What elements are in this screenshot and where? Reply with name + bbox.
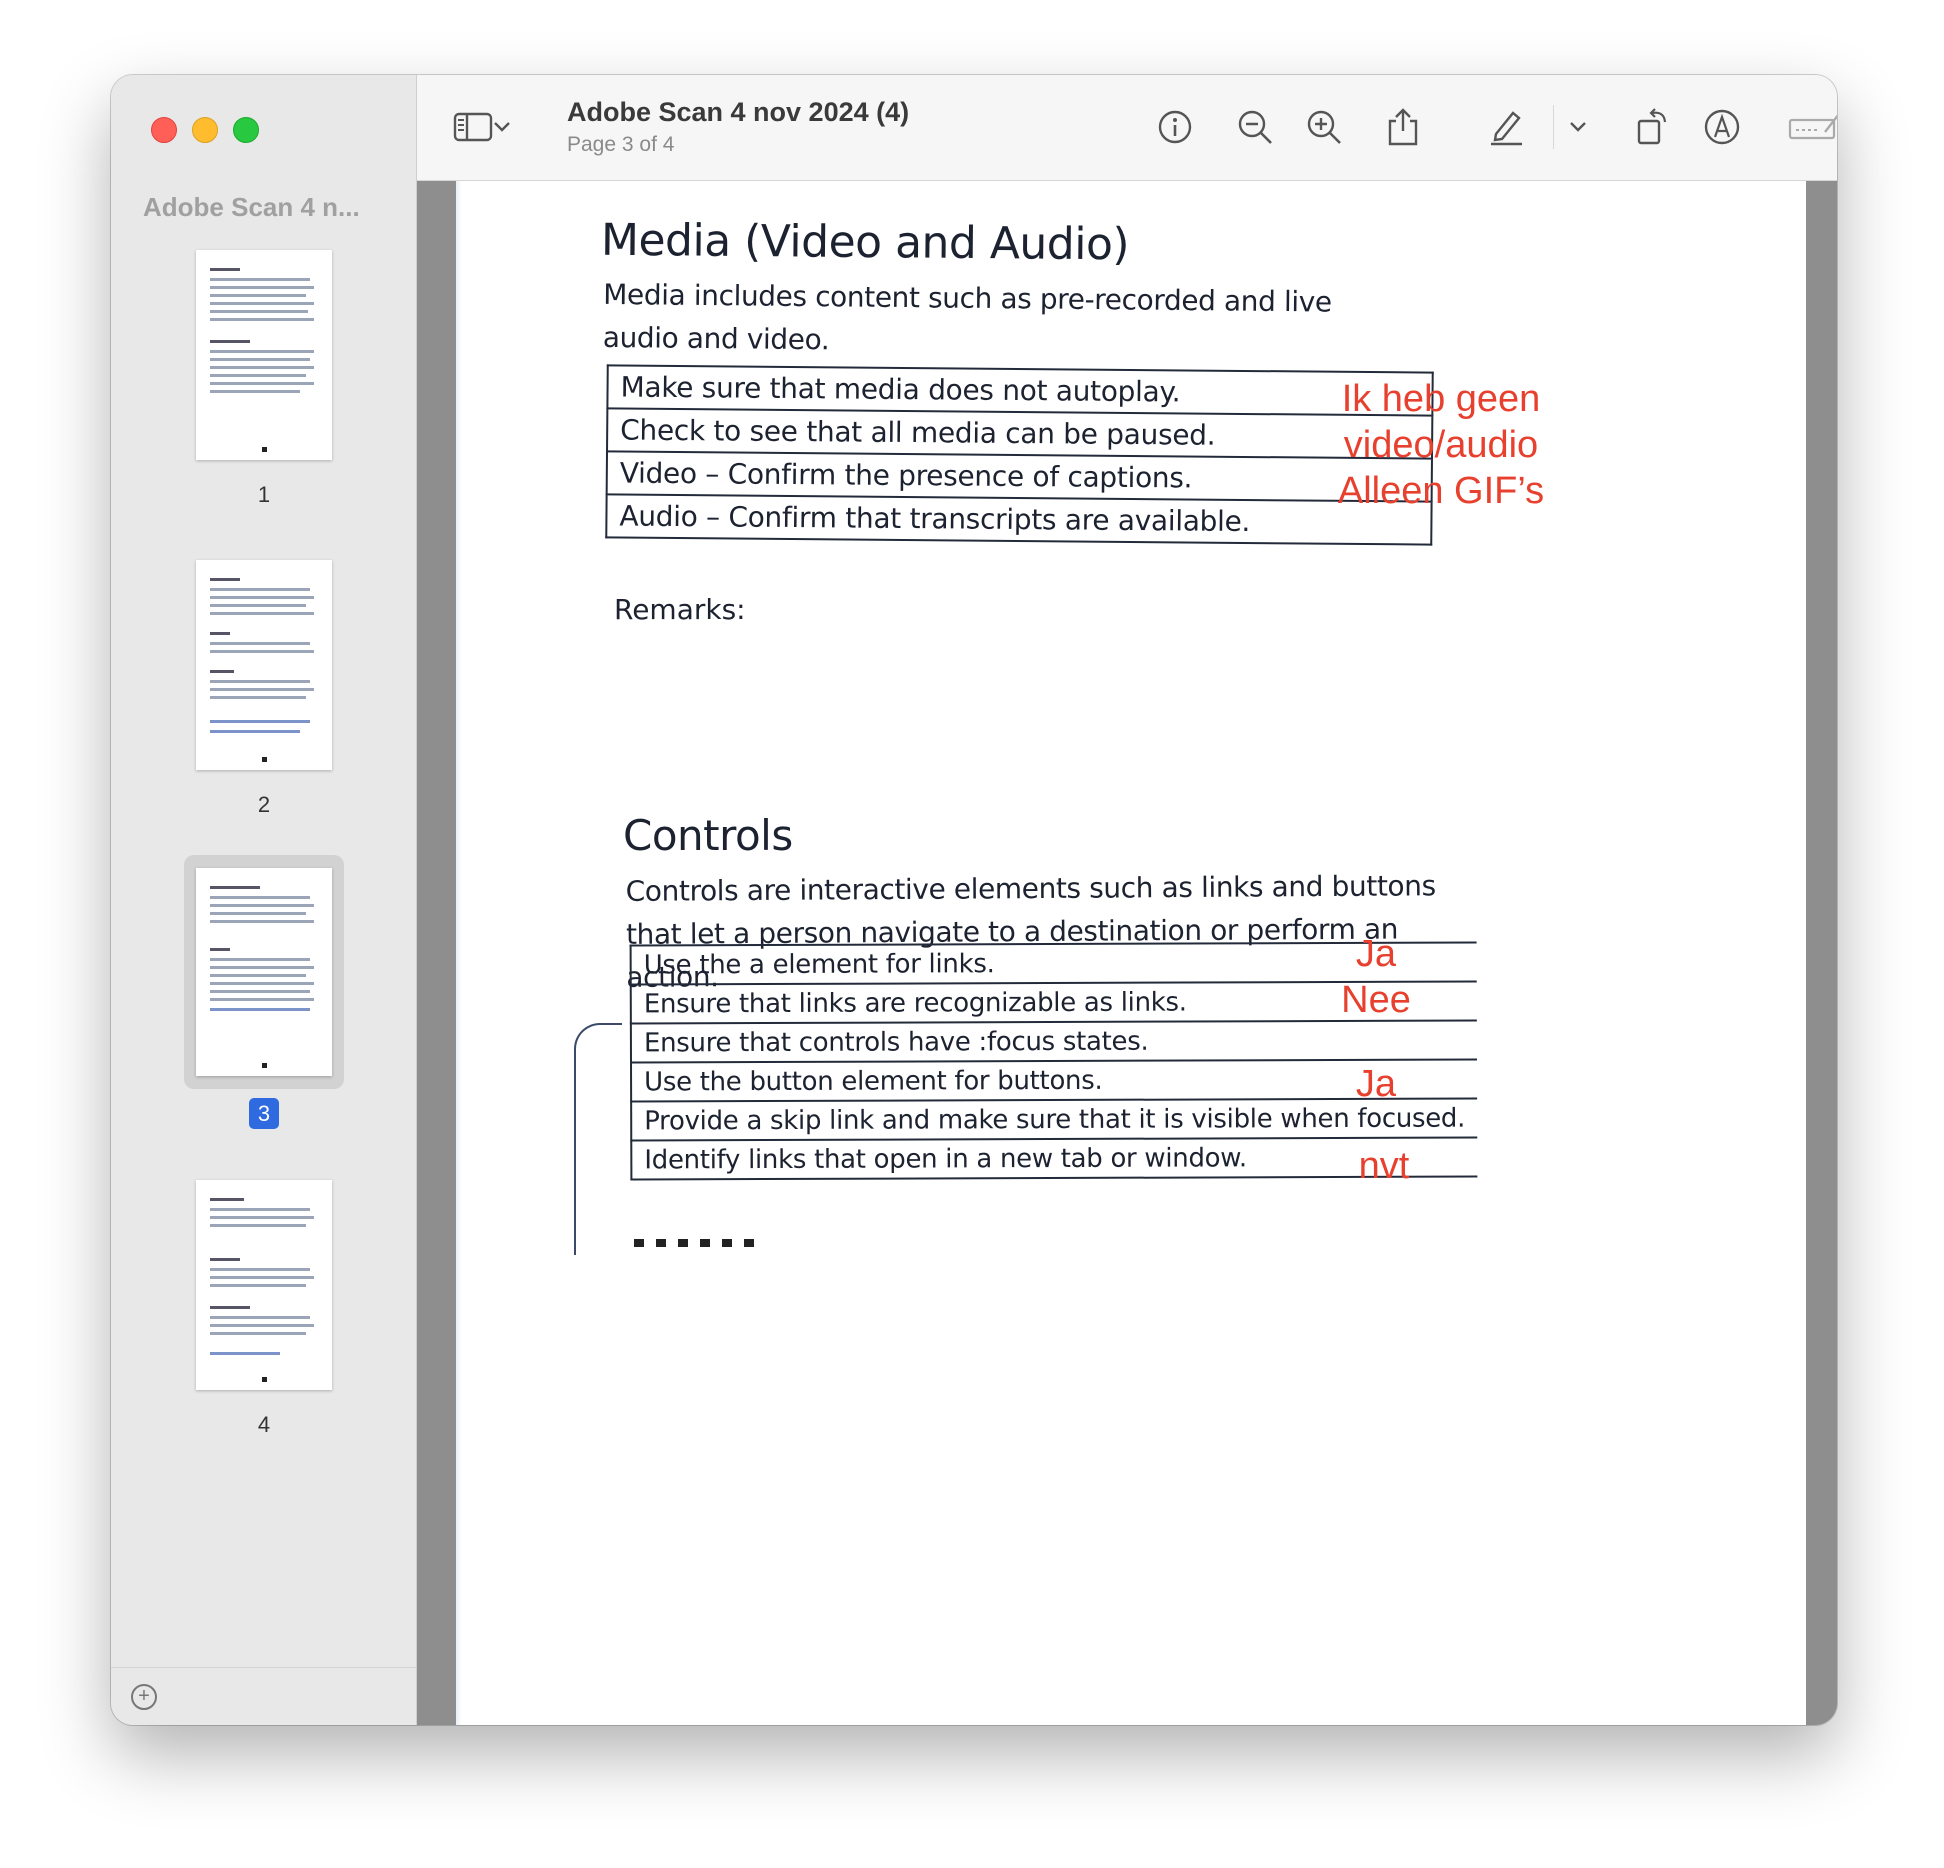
zoom-window-button[interactable]: [233, 117, 259, 143]
toolbar-separator: [1553, 105, 1554, 149]
table-cell: Make sure that media does not autoplay.: [607, 365, 1433, 416]
markup-icon[interactable]: [1700, 105, 1744, 149]
table-cell: Audio – Confirm that transcripts are ava…: [606, 494, 1432, 545]
annotation-nee[interactable]: Nee: [1316, 977, 1436, 1023]
media-heading: Media (Video and Audio): [600, 214, 1130, 271]
sidebar-footer: +: [111, 1667, 416, 1725]
zoom-out-icon[interactable]: [1233, 105, 1277, 149]
chevron-down-icon[interactable]: [1563, 105, 1593, 149]
table-row: Make sure that media does not autoplay.: [607, 365, 1433, 416]
table-row: Ensure that controls have :focus states.: [630, 1020, 1477, 1063]
scroll-gutter: [1806, 181, 1837, 1725]
document-view[interactable]: Media (Video and Audio) Media includes c…: [417, 181, 1837, 1725]
scan-edge-shadow: [456, 181, 462, 1725]
document-title: Adobe Scan 4 nov 2024 (4): [567, 97, 910, 127]
table-row: Audio – Confirm that transcripts are ava…: [606, 494, 1432, 545]
highlight-pen-icon[interactable]: [1484, 105, 1528, 149]
add-icon[interactable]: +: [131, 1684, 157, 1710]
form-fill-icon[interactable]: [1785, 105, 1837, 149]
media-intro: Media includes content such as pre-recor…: [602, 277, 1332, 357]
minimize-window-button[interactable]: [192, 117, 218, 143]
preview-window: Adobe Scan 4 n... 1 2 3 4 + Adobe Scan 4…: [111, 75, 1837, 1725]
annotation-ja-2[interactable]: Ja: [1316, 1061, 1436, 1107]
page-number-4[interactable]: 4: [244, 1412, 284, 1438]
table-row: Check to see that all media can be pause…: [607, 408, 1433, 459]
table-cell: Check to see that all media can be pause…: [607, 408, 1433, 459]
pdf-page-3: Media (Video and Audio) Media includes c…: [456, 181, 1806, 1725]
share-icon[interactable]: [1381, 105, 1425, 149]
page-number-2[interactable]: 2: [244, 792, 284, 818]
annotation-nvt[interactable]: nvt: [1324, 1143, 1444, 1189]
table-cell: Video – Confirm the presence of captions…: [606, 451, 1432, 502]
media-checklist-table: Make sure that media does not autoplay. …: [605, 364, 1433, 545]
media-annotation[interactable]: Ik heb geen video/audio Alleen GIF’s: [1311, 376, 1571, 514]
close-window-button[interactable]: [151, 117, 177, 143]
sidebar-document-title: Adobe Scan 4 n...: [143, 192, 360, 222]
chevron-down-icon[interactable]: [487, 105, 517, 149]
page-number-1[interactable]: 1: [244, 482, 284, 508]
page-number-3[interactable]: 3: [249, 1098, 279, 1129]
annotation-line: Alleen GIF’s: [1337, 470, 1545, 512]
controls-heading: Controls: [623, 811, 793, 860]
table-cell: Ensure that controls have :focus states.: [630, 1020, 1477, 1063]
rotate-icon[interactable]: [1631, 105, 1675, 149]
annotation-line: Ik heb geen: [1341, 378, 1541, 420]
annotation-ja-1[interactable]: Ja: [1316, 931, 1436, 977]
page-thumbnail-1[interactable]: [196, 250, 332, 460]
toolbar: Adobe Scan 4 nov 2024 (4) Page 3 of 4: [417, 75, 1837, 181]
remarks-label: Remarks:: [614, 593, 746, 626]
annotation-line: video/audio: [1343, 424, 1539, 466]
page-thumbnail-3[interactable]: [196, 868, 332, 1076]
info-icon[interactable]: [1153, 105, 1197, 149]
thumbnail-sidebar: Adobe Scan 4 n... 1 2 3 4 +: [111, 75, 417, 1725]
zoom-in-icon[interactable]: [1302, 105, 1346, 149]
page-thumbnail-4[interactable]: [196, 1180, 332, 1390]
page-thumbnail-2[interactable]: [196, 560, 332, 770]
handwritten-bracket: [574, 1023, 622, 1255]
cropped-remarks-text: [634, 1239, 754, 1247]
page-indicator: Page 3 of 4: [567, 133, 675, 156]
table-row: Video – Confirm the presence of captions…: [606, 451, 1432, 502]
